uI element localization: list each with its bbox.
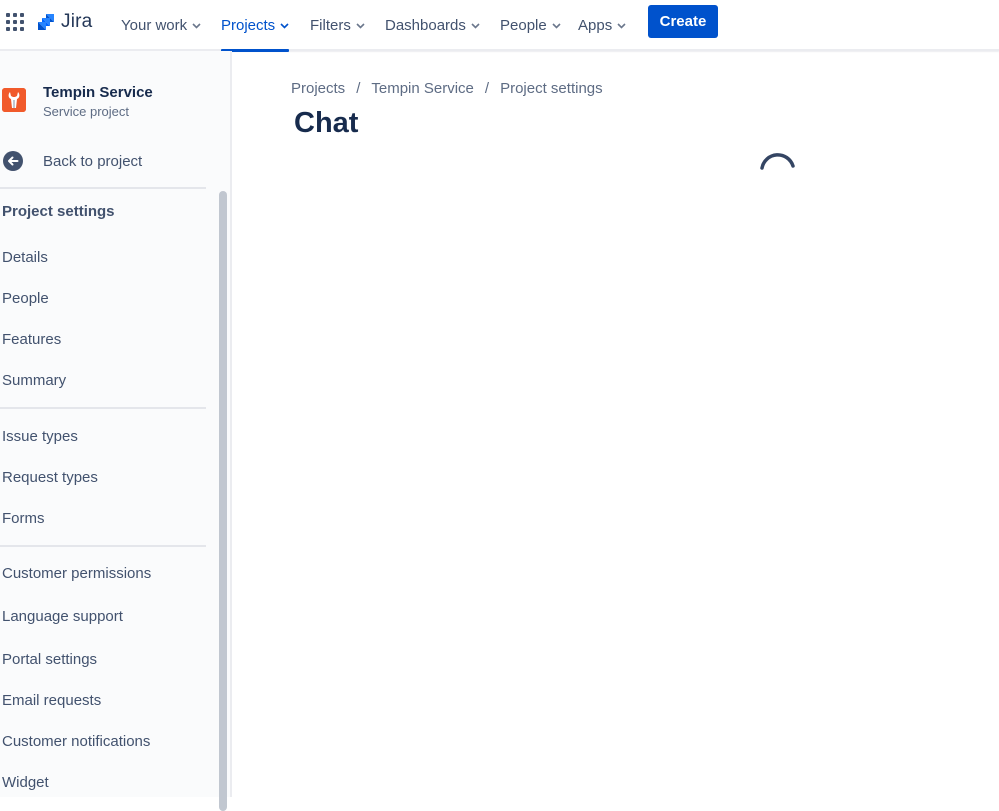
project-header[interactable]: Tempin Service Service project: [2, 84, 153, 119]
product-name: Jira: [61, 11, 93, 32]
back-to-project-label: Back to project: [43, 152, 143, 170]
chevron-down-icon: [280, 23, 289, 29]
nav-your-work[interactable]: Your work: [121, 0, 201, 51]
sidebar-item-people[interactable]: People: [2, 290, 49, 307]
chevron-down-icon: [552, 23, 561, 29]
nav-projects[interactable]: Projects: [221, 0, 290, 52]
nav-label: People: [500, 17, 547, 34]
chevron-down-icon: [617, 23, 626, 29]
nav-label: Filters: [310, 17, 351, 34]
sidebar-item-customer-notifications[interactable]: Customer notifications: [2, 733, 150, 750]
top-navigation: Jira Your work Projects Filters Dashboar…: [0, 0, 999, 52]
section-title-project-settings: Project settings: [2, 203, 115, 220]
breadcrumb-project-settings[interactable]: Project settings: [500, 80, 603, 97]
sidebar-divider: [0, 545, 206, 547]
loading-spinner-icon: [760, 153, 795, 170]
project-name: Tempin Service: [43, 84, 153, 101]
jira-logo-icon: [38, 14, 54, 30]
sidebar-scrollbar[interactable]: [219, 191, 227, 811]
nav-filters[interactable]: Filters: [310, 0, 365, 51]
sidebar-divider: [0, 187, 206, 189]
chevron-down-icon: [192, 23, 201, 29]
sidebar-item-features[interactable]: Features: [2, 331, 61, 348]
page-title: Chat: [294, 107, 359, 139]
sidebar-item-details[interactable]: Details: [2, 249, 48, 266]
project-type: Service project: [43, 104, 129, 119]
breadcrumb-separator: /: [484, 79, 490, 97]
chevron-down-icon: [471, 23, 480, 29]
nav-people[interactable]: People: [500, 0, 561, 51]
jira-logo[interactable]: Jira: [36, 10, 92, 34]
arrow-left-circle-icon: [3, 151, 23, 171]
sidebar-item-request-types[interactable]: Request types: [2, 469, 98, 486]
project-avatar: [2, 88, 26, 112]
sidebar-item-widget[interactable]: Widget: [2, 774, 49, 791]
sidebar: Tempin Service Service project Back to p…: [0, 51, 232, 811]
sidebar-divider: [0, 407, 206, 409]
nav-label: Dashboards: [385, 17, 466, 34]
breadcrumb: Projects / Tempin Service / Project sett…: [291, 78, 603, 98]
nav-label: Apps: [578, 17, 613, 34]
sidebar-item-portal-settings[interactable]: Portal settings: [2, 651, 97, 668]
sidebar-item-issue-types[interactable]: Issue types: [2, 428, 78, 445]
sidebar-item-email-requests[interactable]: Email requests: [2, 692, 101, 709]
breadcrumb-separator: /: [356, 79, 361, 97]
back-to-project-link[interactable]: Back to project: [2, 150, 202, 172]
breadcrumb-projects[interactable]: Projects: [291, 80, 345, 97]
sidebar-item-customer-permissions[interactable]: Customer permissions: [2, 565, 151, 582]
nav-label: Projects: [221, 17, 276, 34]
breadcrumb-tempin-service[interactable]: Tempin Service: [371, 80, 474, 97]
chevron-down-icon: [356, 23, 365, 29]
create-button[interactable]: Create: [648, 5, 718, 38]
sidebar-item-forms[interactable]: Forms: [2, 510, 45, 527]
app-switcher-icon[interactable]: [6, 13, 24, 31]
wrench-icon: [2, 88, 26, 112]
sidebar-item-summary[interactable]: Summary: [2, 372, 66, 389]
nav-apps[interactable]: Apps: [578, 0, 626, 51]
nav-dashboards[interactable]: Dashboards: [385, 0, 480, 51]
sidebar-item-language-support[interactable]: Language support: [2, 608, 123, 625]
nav-label: Your work: [121, 17, 188, 34]
